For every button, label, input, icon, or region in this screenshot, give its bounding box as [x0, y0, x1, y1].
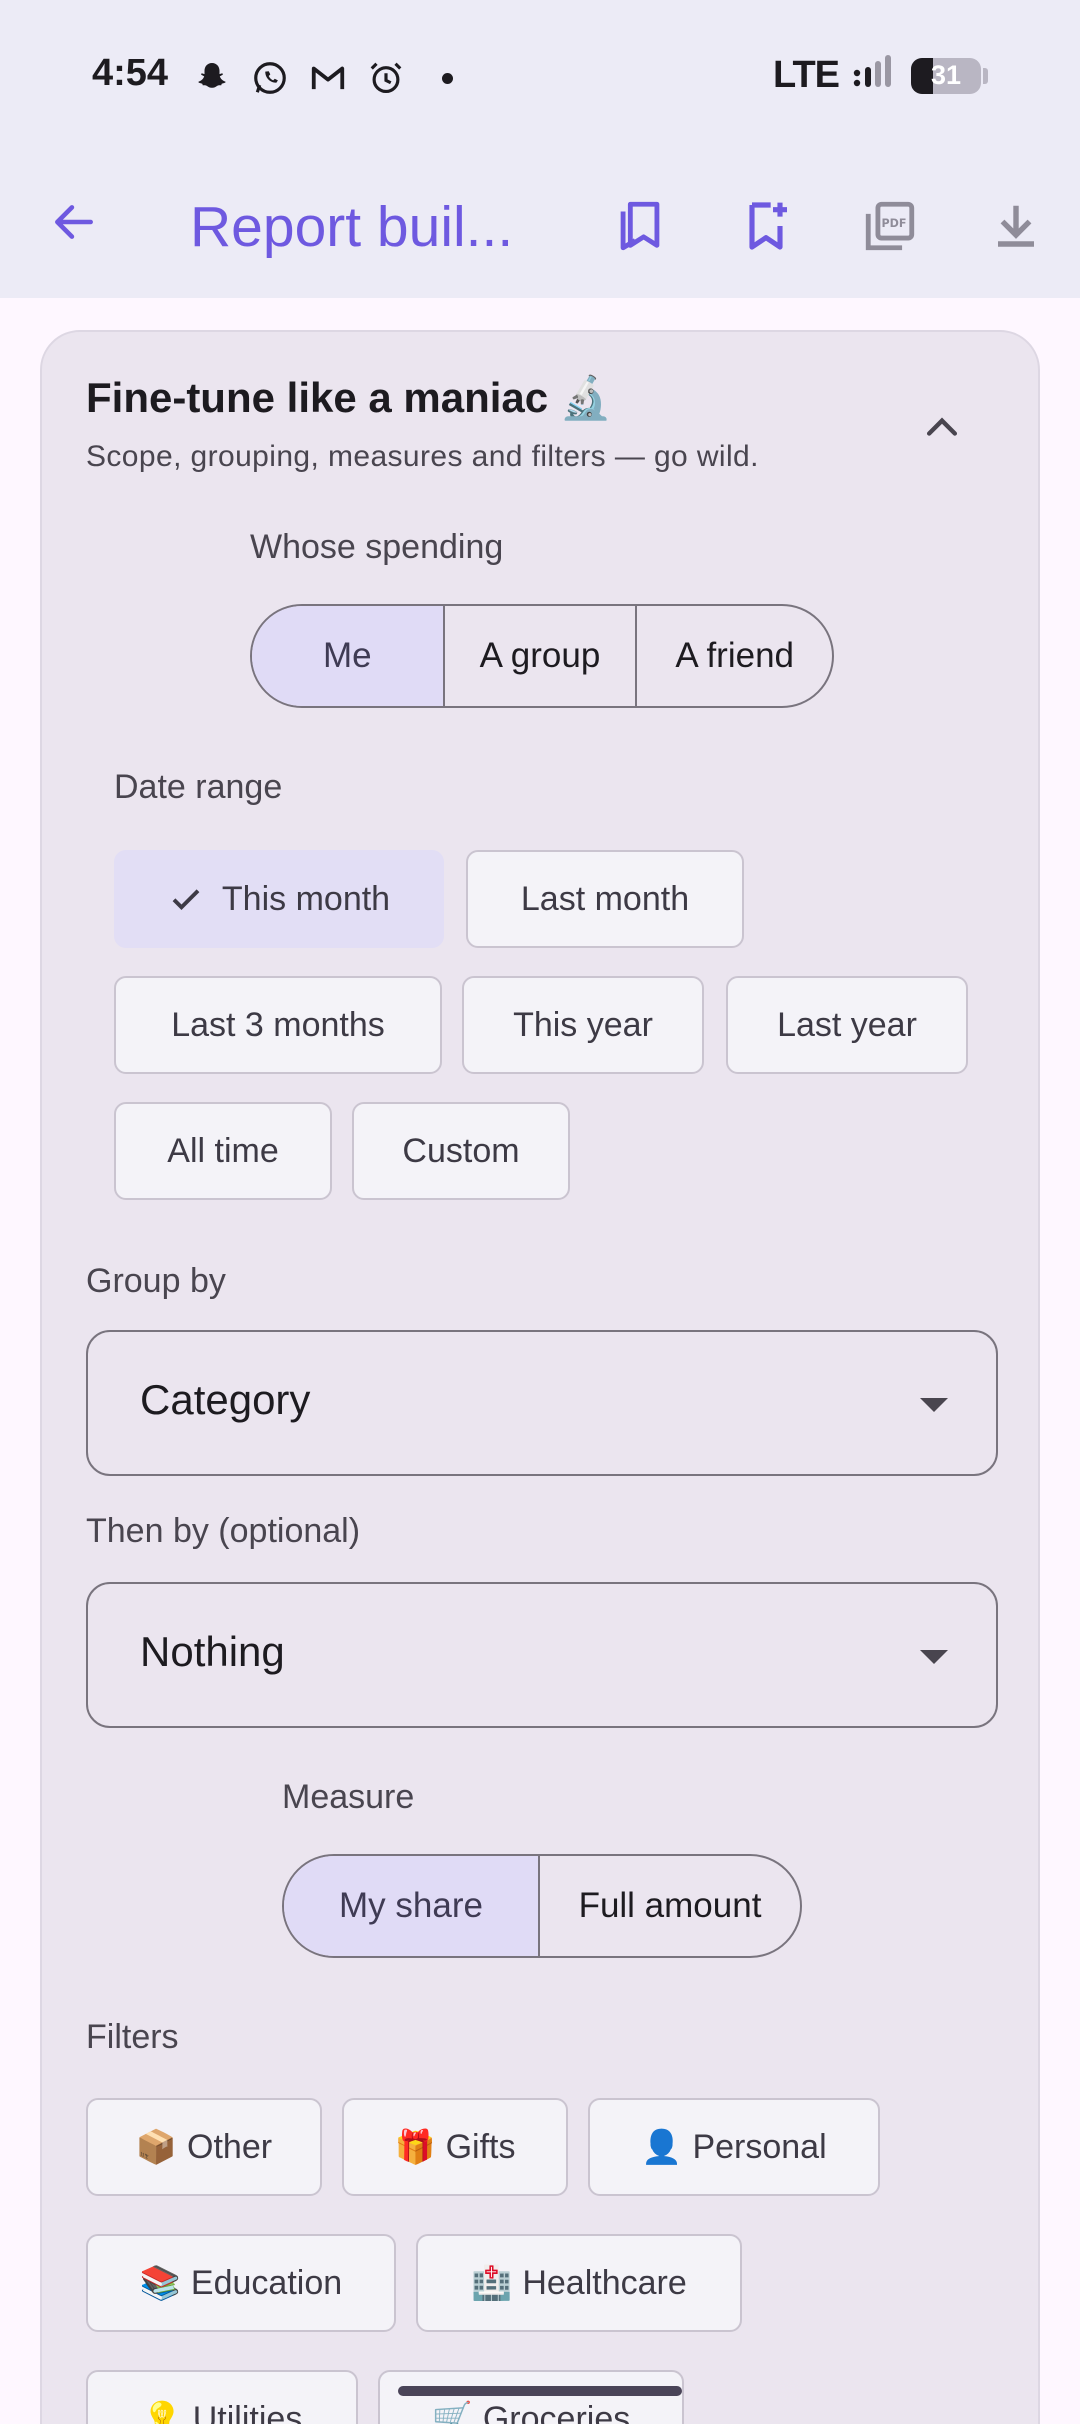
date-chip-this-month[interactable]: This month	[114, 850, 444, 948]
whatsapp-icon	[248, 56, 292, 100]
home-indicator[interactable]	[398, 2386, 682, 2396]
date-chip-last-3-months[interactable]: Last 3 months	[114, 976, 442, 1074]
then-by-dropdown[interactable]: Nothing	[86, 1582, 998, 1728]
saved-reports-button[interactable]	[604, 190, 676, 262]
svg-text:PDF: PDF	[882, 217, 907, 230]
pdf-icon: PDF	[865, 201, 915, 251]
status-time: 4:54	[92, 52, 169, 94]
then-by-value: Nothing	[140, 1628, 285, 1675]
filter-chip-gifts[interactable]: 🎁 Gifts	[342, 2098, 568, 2196]
status-bar: 4:54 LTE 31	[0, 0, 1080, 150]
save-report-button[interactable]	[730, 190, 802, 262]
alarm-icon	[364, 56, 408, 100]
date-range-label: Date range	[114, 768, 283, 806]
battery-icon: 31	[911, 57, 981, 94]
system-status: LTE 31	[773, 54, 988, 97]
collapse-button[interactable]	[912, 398, 972, 458]
filters-label: Filters	[86, 2018, 179, 2056]
chevron-up-icon	[926, 417, 958, 436]
date-chip-last-year[interactable]: Last year	[726, 976, 968, 1074]
back-button[interactable]	[42, 190, 106, 254]
measure-option-full-amount[interactable]: Full amount	[540, 1856, 800, 1956]
then-by-label: Then by (optional)	[86, 1512, 361, 1550]
export-pdf-button[interactable]: PDF	[854, 190, 926, 262]
measure-option-my-share[interactable]: My share	[284, 1856, 541, 1956]
dropdown-arrow-icon	[920, 1650, 948, 1664]
measure-selector: My share Full amount	[282, 1854, 802, 1958]
date-chip-custom[interactable]: Custom	[352, 1102, 570, 1200]
filter-chip-healthcare[interactable]: 🏥 Healthcare	[416, 2234, 742, 2332]
date-chip-last-month[interactable]: Last month	[466, 850, 744, 948]
app-bar: Report buil... PDF	[0, 150, 1080, 298]
page-title: Report buil...	[190, 195, 514, 259]
card-title: Fine-tune like a maniac 🔬	[86, 374, 613, 421]
whose-option-group[interactable]: A group	[445, 606, 638, 706]
snapchat-icon	[190, 56, 234, 100]
measure-label: Measure	[282, 1778, 415, 1816]
whose-option-friend[interactable]: A friend	[637, 606, 832, 706]
date-chip-this-year[interactable]: This year	[462, 976, 704, 1074]
filter-chip-personal[interactable]: 👤 Personal	[588, 2098, 880, 2196]
notification-icons	[190, 56, 453, 100]
date-chip-all-time[interactable]: All time	[114, 1102, 332, 1200]
download-icon	[998, 205, 1034, 247]
group-by-value: Category	[140, 1376, 311, 1423]
more-notifications-dot	[442, 72, 453, 84]
dropdown-arrow-icon	[920, 1398, 948, 1412]
signal-icon	[853, 55, 897, 96]
group-by-label: Group by	[86, 1262, 226, 1300]
save-report-icon	[749, 202, 787, 250]
whose-spending-selector: Me A group A friend	[250, 604, 834, 708]
download-button[interactable]	[980, 190, 1052, 262]
filter-chip-utilities[interactable]: 💡 Utilities	[86, 2370, 358, 2424]
filter-chip-other[interactable]: 📦 Other	[86, 2098, 322, 2196]
card-subtitle: Scope, grouping, measures and filters — …	[86, 440, 759, 473]
filter-chip-education[interactable]: 📚 Education	[86, 2234, 396, 2332]
filter-chip-groceries[interactable]: 🛒 Groceries	[378, 2370, 684, 2424]
group-by-dropdown[interactable]: Category	[86, 1330, 998, 1476]
network-type: LTE	[773, 54, 840, 96]
whose-option-me[interactable]: Me	[252, 606, 445, 706]
gmail-icon	[306, 56, 350, 100]
fine-tune-card: Fine-tune like a maniac 🔬 Scope, groupin…	[40, 330, 1040, 2424]
saved-reports-icon	[620, 201, 660, 251]
whose-spending-label: Whose spending	[250, 528, 504, 566]
check-icon	[168, 881, 204, 917]
arrow-back-icon	[55, 205, 93, 239]
